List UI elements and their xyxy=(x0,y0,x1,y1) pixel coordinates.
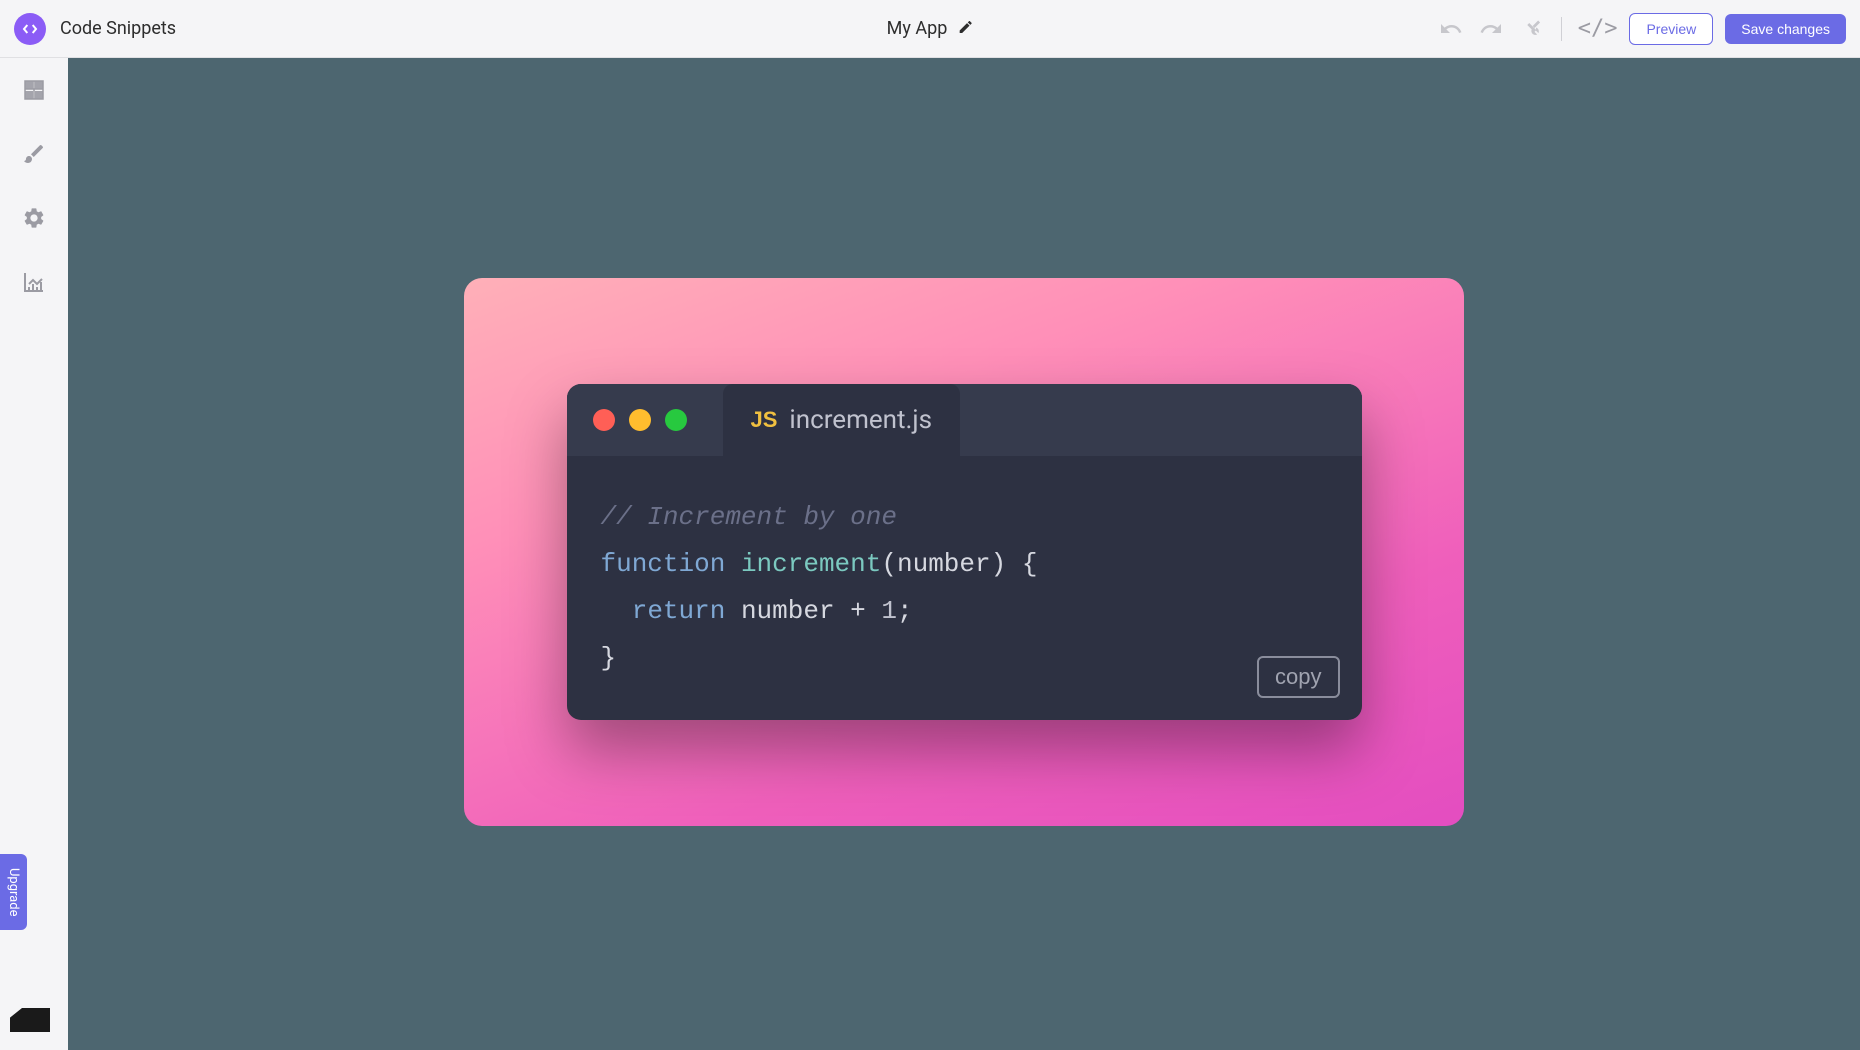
header-title: Code Snippets xyxy=(60,18,176,39)
canvas[interactable]: JS increment.js // Increment by one func… xyxy=(68,58,1860,1050)
code-keyword-return: return xyxy=(632,596,726,626)
corner-flag-icon[interactable] xyxy=(10,1008,50,1032)
code-keyword: function xyxy=(601,549,726,579)
minimize-dot-icon xyxy=(629,409,651,431)
code-function-name: increment xyxy=(741,549,881,579)
edit-icon[interactable] xyxy=(957,19,973,39)
redo-icon[interactable] xyxy=(1477,15,1505,43)
grid-icon[interactable] xyxy=(20,76,48,104)
close-dot-icon xyxy=(593,409,615,431)
upgrade-button[interactable]: Upgrade xyxy=(0,854,27,930)
header-divider xyxy=(1561,17,1562,41)
snippet-card[interactable]: JS increment.js // Increment by one func… xyxy=(464,278,1464,826)
code-close-brace: } xyxy=(601,643,617,673)
hammer-icon[interactable] xyxy=(1517,15,1545,43)
sidebar: Upgrade xyxy=(0,58,68,1050)
code-paren-close: ) { xyxy=(991,549,1038,579)
code-semi: ; xyxy=(897,596,913,626)
copy-button[interactable]: copy xyxy=(1257,656,1339,698)
undo-icon[interactable] xyxy=(1437,15,1465,43)
app-name: My App xyxy=(887,18,948,39)
preview-button[interactable]: Preview xyxy=(1629,13,1713,45)
js-badge-icon: JS xyxy=(751,407,778,433)
header-bar: Code Snippets My App </> Preview Save ch… xyxy=(0,0,1860,58)
code-body[interactable]: // Increment by one function increment(n… xyxy=(567,456,1362,719)
filename: increment.js xyxy=(789,405,932,435)
window-header: JS increment.js xyxy=(567,384,1362,456)
chart-icon[interactable] xyxy=(20,268,48,296)
gear-icon[interactable] xyxy=(20,204,48,232)
brush-icon[interactable] xyxy=(20,140,48,168)
save-button[interactable]: Save changes xyxy=(1725,14,1846,44)
code-toggle-icon[interactable]: </> xyxy=(1578,16,1618,41)
code-window: JS increment.js // Increment by one func… xyxy=(567,384,1362,719)
code-paren: ( xyxy=(881,549,897,579)
maximize-dot-icon xyxy=(665,409,687,431)
code-number: 1 xyxy=(881,596,897,626)
app-logo-icon[interactable] xyxy=(14,13,46,45)
code-expr: number + xyxy=(725,596,881,626)
file-tab[interactable]: JS increment.js xyxy=(723,384,961,456)
traffic-lights xyxy=(593,409,687,431)
code-param: number xyxy=(897,549,991,579)
code-comment: // Increment by one xyxy=(601,502,897,532)
